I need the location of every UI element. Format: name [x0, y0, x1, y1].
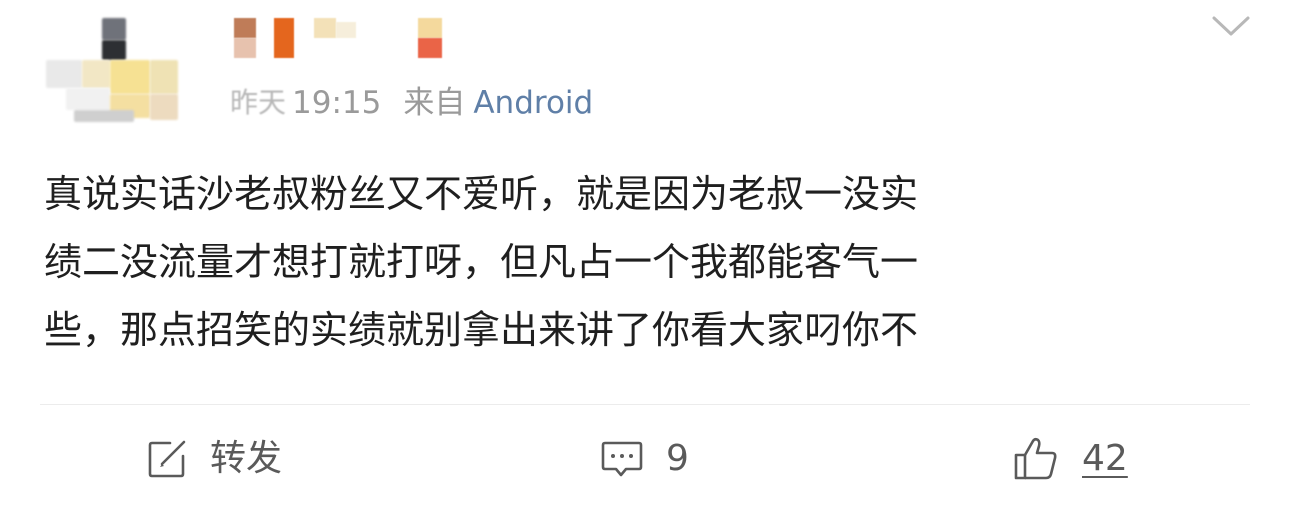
- content-line: 绩二没流量才想打就打呀，但凡占一个我都能客气一: [44, 240, 919, 284]
- post-time: 19:15: [292, 85, 382, 121]
- post-content: 真说实话沙老叔粉丝又不爱听，就是因为老叔一没实 绩二没流量才想打就打呀，但凡占一…: [44, 160, 1244, 364]
- repost-label: 转发: [210, 438, 283, 479]
- content-line: 真说实话沙老叔粉丝又不爱听，就是因为老叔一没实: [44, 172, 919, 216]
- source-prefix: 来自: [403, 85, 466, 121]
- repost-edit-icon: [146, 438, 188, 480]
- comment-button[interactable]: 9: [600, 426, 689, 492]
- post-date: 昨天: [230, 86, 286, 119]
- action-bar: 转发 9 42: [0, 426, 1290, 492]
- avatar[interactable]: [46, 18, 178, 126]
- content-line: 些，那点招笑的实绩就别拿出来讲了你看大家叼你不: [44, 308, 919, 352]
- nickname-pixelated[interactable]: [228, 18, 460, 66]
- divider: [40, 404, 1250, 405]
- thumbs-up-icon: [1012, 436, 1060, 482]
- post-meta: 昨天 19:15 来自 Android: [230, 82, 593, 124]
- repost-button[interactable]: 转发: [146, 426, 282, 492]
- like-button[interactable]: 42: [1012, 426, 1128, 492]
- chevron-down-icon[interactable]: [1208, 10, 1254, 40]
- weibo-post-card: 昨天 19:15 来自 Android 真说实话沙老叔粉丝又不爱听，就是因为老叔…: [0, 0, 1290, 511]
- comment-bubble-icon: [600, 439, 644, 479]
- like-count: 42: [1082, 438, 1128, 479]
- comment-count: 9: [666, 438, 689, 479]
- source-link[interactable]: Android: [473, 82, 593, 124]
